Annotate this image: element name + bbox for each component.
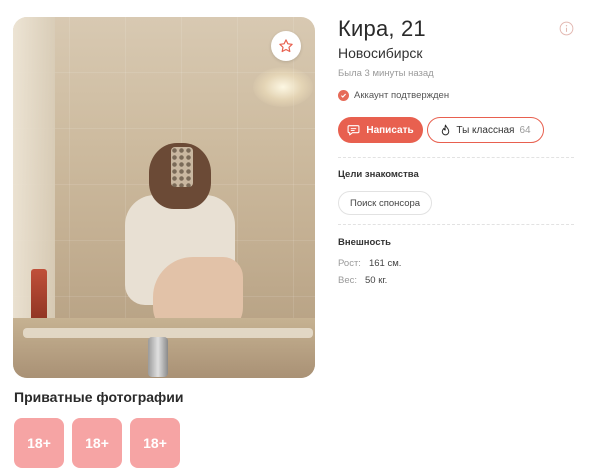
height-key: Рост: <box>338 258 361 269</box>
chat-bubble-icon <box>347 125 360 136</box>
photo-lamp <box>253 67 313 107</box>
goal-chip: Поиск спонсора <box>338 191 433 215</box>
divider <box>338 224 574 225</box>
check-icon <box>338 90 349 101</box>
goals-title: Цели знакомства <box>338 169 419 180</box>
info-icon[interactable] <box>559 21 574 36</box>
photo-sink-edge <box>23 328 313 338</box>
private-photo-tile[interactable]: 18+ <box>14 418 64 468</box>
compliment-count: 64 <box>519 124 531 136</box>
weight-key: Вес: <box>338 275 358 286</box>
write-message-label: Написать <box>366 124 414 136</box>
attribute-height: Рост: 161 см. <box>338 258 401 269</box>
private-photos-title: Приватные фотографии <box>14 389 184 405</box>
private-photo-tile[interactable]: 18+ <box>72 418 122 468</box>
divider <box>338 157 574 158</box>
photo-bottle <box>31 269 47 323</box>
verified-badge: Аккаунт подтвержден <box>338 90 449 101</box>
photo-phone <box>171 147 193 187</box>
compliment-button[interactable]: Ты классная 64 <box>427 117 544 143</box>
appearance-title: Внешность <box>338 237 391 248</box>
compliment-label: Ты классная <box>456 124 515 136</box>
attribute-weight: Вес: 50 кг. <box>338 275 387 286</box>
last-seen-status: Была 3 минуты назад <box>338 68 434 79</box>
photo-faucet <box>148 337 168 377</box>
weight-value: 50 кг. <box>365 275 388 286</box>
favorite-button[interactable] <box>271 31 301 61</box>
height-value: 161 см. <box>368 258 402 269</box>
star-icon <box>279 39 293 53</box>
flame-icon <box>442 124 450 135</box>
profile-name-age: Кира, 21 <box>338 16 426 41</box>
private-photo-tile[interactable]: 18+ <box>130 418 180 468</box>
verified-label: Аккаунт подтвержден <box>354 90 450 101</box>
profile-city: Новосибирск <box>338 45 423 61</box>
profile-photo[interactable] <box>13 17 315 378</box>
write-message-button[interactable]: Написать <box>338 117 423 143</box>
